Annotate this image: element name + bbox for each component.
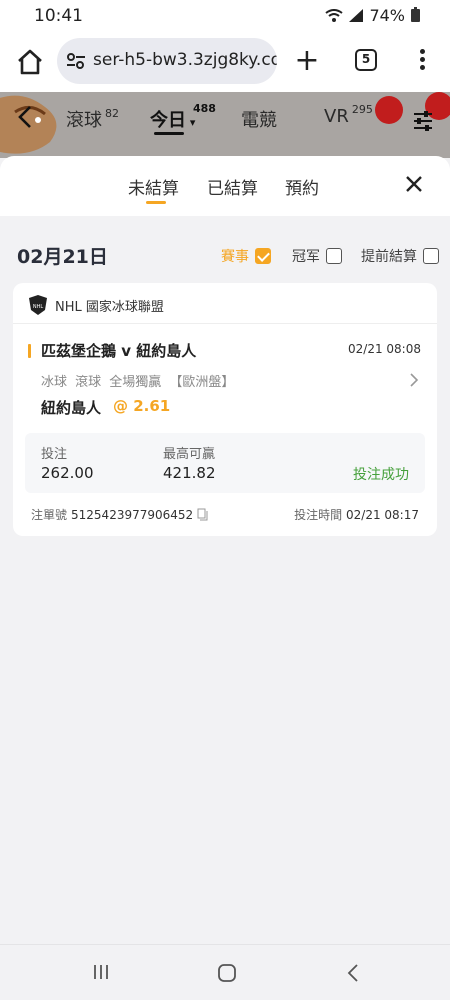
address-bar[interactable]: ser-h5-bw3.3zjg8ky.com [57,38,277,84]
date-heading: 02月21日 [17,246,108,268]
tab-unsettled[interactable]: 未結算 [128,174,179,204]
market-description: 冰球 滾球 全場獨贏 【歐洲盤】 [41,375,235,390]
close-icon[interactable] [404,174,424,194]
filter-cashout[interactable]: 提前結算 [361,246,439,266]
filter-champion[interactable]: 冠军 [292,246,342,266]
recents-icon[interactable] [92,963,110,981]
svg-text:NHL: NHL [33,304,44,310]
tab-settled[interactable]: 已結算 [207,174,258,199]
tab-live[interactable]: 滾球 82 [66,106,119,132]
bet-odds: @ 2.61 [113,397,171,415]
bet-status: 投注成功 [353,467,409,483]
nhl-logo-icon: NHL [29,295,47,315]
filter-match[interactable]: 賽事 [221,246,271,266]
status-time: 10:41 [34,6,83,26]
tab-vr[interactable]: VR 295 [324,103,373,127]
placed-time: 02/21 08:17 [346,508,419,522]
tab-esports[interactable]: 電競 [241,106,277,132]
league-row: NHL NHL 國家冰球聯盟 [29,295,164,315]
signal-icon [349,9,364,22]
battery-icon [411,7,420,22]
wifi-icon [325,8,344,22]
checkbox-cashout[interactable] [423,248,439,264]
browser-toolbar: ser-h5-bw3.3zjg8ky.com + 5 [0,32,450,92]
home-nav-icon[interactable] [217,963,237,983]
game-nav: 滾球 82 今日 ▾ 488 電競 VR 295 [0,92,450,158]
checkbox-match[interactable] [255,248,271,264]
order-number-row: 注單號 5125423977906452 [31,506,208,523]
max-win-value: 421.82 [163,464,216,482]
match-time: 02/21 08:08 [348,342,421,356]
bet-card[interactable]: NHL NHL 國家冰球聯盟 匹茲堡企鵝 v 紐約島人 02/21 08:08 … [13,283,437,536]
system-nav-bar [0,944,450,1000]
active-tab-indicator [146,201,166,204]
checkbox-champion[interactable] [326,248,342,264]
bet-selection: 紐約島人 [41,399,102,417]
active-tab-underline [154,132,184,135]
copy-icon[interactable] [197,508,208,521]
back-icon[interactable] [14,104,36,130]
back-nav-icon[interactable] [346,963,360,983]
order-number: 5125423977906452 [71,507,194,522]
url-text: ser-h5-bw3.3zjg8ky.com [93,50,277,70]
home-icon[interactable] [14,46,46,78]
status-indicators: 74% [325,6,420,25]
stake-value: 262.00 [41,464,94,482]
tune-icon[interactable] [65,50,87,72]
status-bar: 10:41 74% [0,0,450,32]
league-name: NHL 國家冰球聯盟 [55,299,164,315]
chevron-right-icon[interactable] [409,373,419,387]
tabs-icon[interactable]: 5 [355,49,377,71]
match-accent-bar [28,344,31,358]
divider [13,323,437,324]
filter-icon[interactable] [412,110,434,132]
lantern-decoration [375,96,403,124]
more-vert-icon[interactable] [418,49,426,75]
battery-text: 74% [369,6,405,25]
bet-history-sheet: 未結算 已結算 預約 [0,156,450,216]
placed-time-label: 投注時間 [294,508,343,522]
plus-icon[interactable]: + [294,46,320,76]
placed-time-row: 投注時間 02/21 08:17 [294,506,419,523]
stake-summary: 投注 262.00 最高可贏 421.82 投注成功 [25,433,425,493]
tab-today[interactable]: 今日 ▾ 488 [150,102,216,135]
tab-reserved[interactable]: 預約 [285,174,319,199]
order-label: 注單號 [31,508,68,522]
stake-label: 投注 [41,447,68,462]
max-win-label: 最高可贏 [163,447,216,462]
match-title: 匹茲堡企鵝 v 紐約島人 [41,342,197,360]
